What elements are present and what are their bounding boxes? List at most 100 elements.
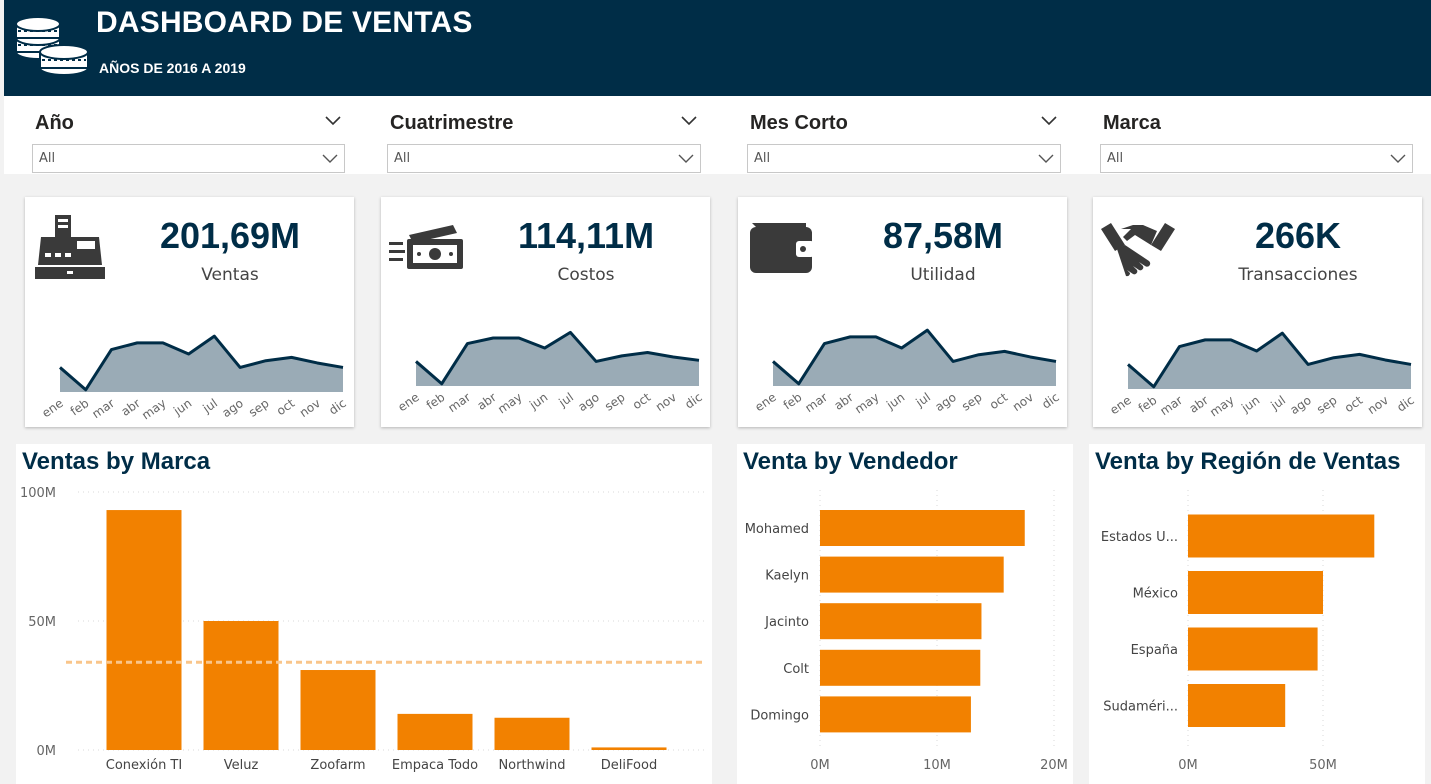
sparkline-month-label: may [139, 396, 168, 422]
chart-title: Ventas by Marca [22, 448, 211, 475]
panel-venta-by-vendedor: 0M 10M 20M Mohamed Kaelyn Jacinto Colt Domingo … [737, 444, 1073, 784]
bar[interactable] [300, 670, 376, 750]
bar[interactable] [397, 713, 473, 750]
bar[interactable] [820, 649, 981, 686]
x-tick-label: 0M [1178, 758, 1198, 773]
sparkline-month-label: jun [526, 390, 550, 413]
chevron-down-icon[interactable] [325, 116, 341, 126]
bar[interactable] [820, 556, 1004, 593]
y-tick-label: 0M [37, 744, 57, 759]
y-tick-label: Kaelyn [765, 569, 809, 584]
kpi-value: 201,69M [159, 215, 301, 256]
x-tick-label: Veluz [224, 758, 259, 773]
sparkline-month-label: mar [89, 396, 117, 421]
x-tick-label: Empaca Todo [392, 758, 478, 773]
slicer-cuatrimestre: Cuatrimestre All [387, 96, 701, 174]
sparkline-month-label: jul [1268, 393, 1289, 413]
chevron-down-icon[interactable] [678, 154, 694, 164]
sparkline-month-label: feb [424, 390, 448, 413]
kpi-card-costos[interactable]: 114,11M Costos ene feb mar abr may jun jul ago s… [381, 197, 710, 427]
bar[interactable] [820, 696, 971, 733]
bar[interactable] [494, 717, 570, 750]
kpi-label: Transacciones [1238, 265, 1358, 285]
x-tick-label: 50M [1309, 758, 1337, 773]
x-tick-label: 20M [1040, 758, 1068, 773]
kpi-label: Utilidad [910, 265, 976, 285]
slicer-title: Cuatrimestre [390, 112, 514, 134]
sparkline-month-label: mar [802, 390, 830, 415]
slicer-dropdown[interactable]: All [32, 144, 345, 173]
bar[interactable] [1188, 514, 1375, 558]
y-tick-label: 50M [28, 615, 56, 630]
y-tick-label: México [1133, 587, 1178, 602]
bar[interactable] [1188, 684, 1286, 727]
slicer-bar: Año All Cuatrimestre All Mes Corto All M… [4, 96, 1431, 174]
sparkline-month-label: oct [274, 396, 298, 418]
sparkline-month-label: ene [39, 396, 65, 420]
kpi-card-utilidad[interactable]: 87,58M Utilidad ene feb mar abr may jun jul ago… [738, 197, 1067, 427]
y-tick-label: Colt [783, 662, 809, 677]
bar[interactable] [203, 621, 279, 750]
kpi-card-ventas[interactable]: 201,69M Ventas ene feb mar abr may jun jul ago s… [25, 197, 354, 427]
sparkline-month-label: ene [395, 390, 421, 414]
slicer-dropdown[interactable]: All [747, 144, 1061, 173]
chart-title: Venta by Región de Ventas [1095, 448, 1401, 475]
bar[interactable] [820, 603, 982, 640]
bar[interactable] [106, 510, 182, 750]
sparkline-month-label: dic [1039, 390, 1061, 412]
chevron-down-icon[interactable] [681, 116, 697, 126]
slicer-title: Año [35, 112, 74, 134]
sparkline-month-label: ene [1107, 393, 1133, 417]
chevron-down-icon[interactable] [1038, 154, 1054, 164]
sparkline-month-label: dic [1394, 393, 1416, 415]
dashboard-title: DASHBOARD DE VENTAS [96, 6, 473, 39]
bar[interactable] [591, 747, 667, 750]
y-tick-label: 100M [20, 486, 56, 501]
slicer-value: All [394, 151, 411, 166]
chart-title: Venta by Vendedor [743, 448, 958, 475]
sparkline-month-label: may [852, 390, 881, 416]
sparkline-month-label: may [1207, 393, 1236, 419]
slicer-marca: Marca All [1100, 96, 1413, 174]
sparkline-month-label: abr [1187, 393, 1211, 416]
handshake-icon [1101, 223, 1175, 277]
sparkline-month-label: feb [68, 396, 92, 419]
ventas-by-marca-chart: 0M 50M 100M Conexión TI Veluz Zoofarm Empaca T… [20, 486, 708, 773]
slicer-value: All [754, 151, 771, 166]
sparkline-month-label: jun [170, 396, 194, 419]
y-tick-label: Jacinto [764, 615, 809, 630]
sparkline-month-label: jun [883, 390, 907, 413]
sparkline-month-label: ene [752, 390, 778, 414]
sparkline-month-label: feb [1136, 393, 1160, 416]
sparkline-month-label: oct [987, 390, 1011, 412]
sparkline-chart: ene febmar abrmay jun jul ago sep oct nov dic [752, 328, 1062, 416]
kpi-card-transacciones[interactable]: 266K Transacciones ene feb mar abr may jun jul… [1093, 197, 1422, 427]
chevron-down-icon[interactable] [1390, 154, 1406, 164]
sparkline-month-label: sep [959, 390, 984, 414]
chevron-down-icon[interactable] [1041, 116, 1057, 126]
slicer-dropdown[interactable]: All [387, 144, 701, 173]
x-tick-label: Conexión TI [106, 758, 182, 773]
bar[interactable] [1188, 571, 1323, 614]
sparkline-chart: ene febmar abrmay jun jul ago sep oct nov dic [39, 334, 349, 422]
x-tick-label: DeliFood [601, 758, 657, 773]
sparkline-month-label: jun [1238, 393, 1262, 416]
slicer-value: All [39, 151, 56, 166]
bar[interactable] [820, 510, 1025, 546]
sparkline-month-label: oct [630, 390, 654, 412]
sparkline-month-label: nov [653, 390, 679, 414]
sparkline-month-label: jul [556, 390, 577, 410]
sparkline-month-label: sep [602, 390, 627, 414]
slicer-dropdown[interactable]: All [1100, 144, 1413, 173]
panel-ventas-by-marca: 0M 50M 100M Conexión TI Veluz Zoofarm Empaca T… [16, 444, 712, 784]
sparkline-month-label: nov [1010, 390, 1036, 414]
sparkline-month-label: dic [682, 390, 704, 412]
bar[interactable] [1188, 627, 1318, 671]
sparkline-month-label: mar [1157, 393, 1185, 418]
sparkline-month-label: feb [781, 390, 805, 413]
sparkline-month-label: ago [220, 396, 246, 420]
venta-by-region-chart: 0M 50M Estados U... México España Sudaméri... [1101, 490, 1375, 773]
sparkline-month-label: may [495, 390, 524, 416]
chevron-down-icon[interactable] [322, 154, 338, 164]
x-tick-label: 10M [923, 758, 951, 773]
